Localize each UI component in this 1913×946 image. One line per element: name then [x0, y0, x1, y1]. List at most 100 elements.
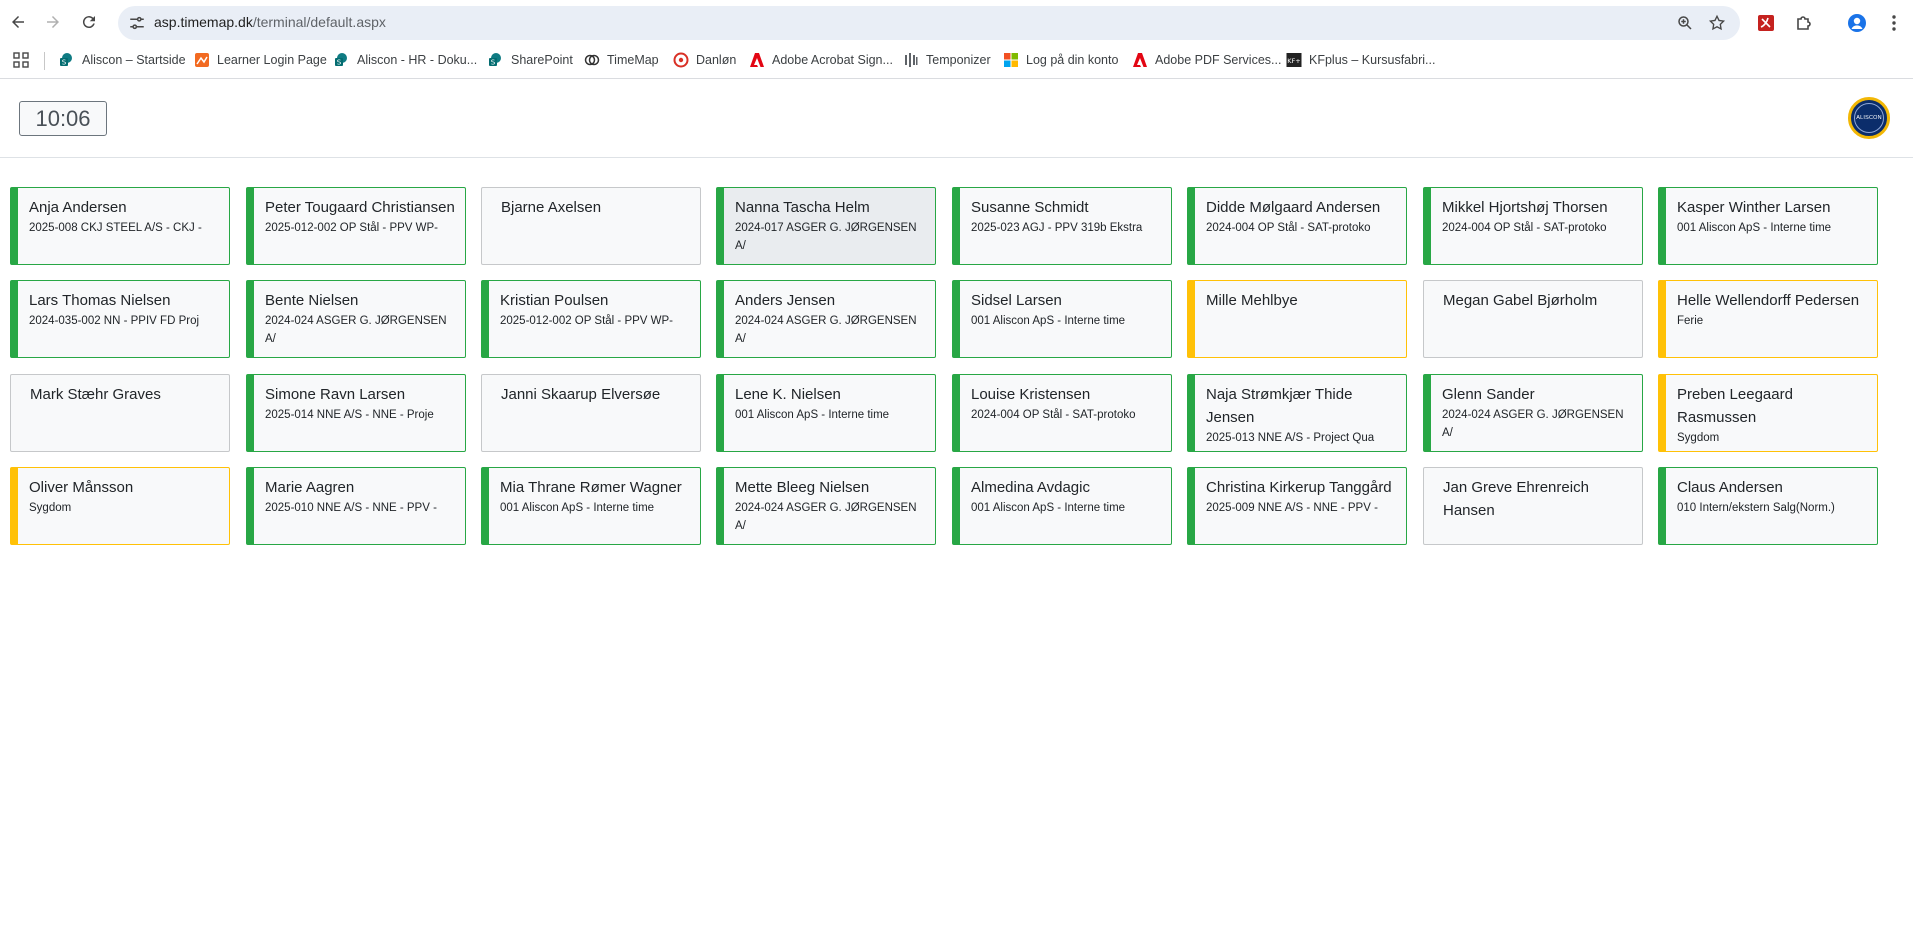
- bookmark-log-paa-konto[interactable]: Log på din konto: [1003, 52, 1118, 68]
- employee-name: Bente Nielsen: [265, 292, 359, 309]
- employee-name: Lene K. Nielsen: [735, 386, 841, 403]
- employee-card[interactable]: Susanne Schmidt 2025-023 AGJ - PPV 319b E…: [952, 187, 1172, 265]
- employee-card[interactable]: Didde Mølgaard Andersen 2024-004 OP Stål …: [1187, 187, 1407, 265]
- employee-card[interactable]: Christina Kirkerup Tanggård 2025-009 NNE …: [1187, 467, 1407, 545]
- employee-task: 2025-023 AGJ - PPV 319b Ekstra: [971, 222, 1143, 234]
- employee-name: Mia Thrane Rømer Wagner: [500, 479, 682, 496]
- browser-menu-icon[interactable]: [1884, 13, 1904, 33]
- employee-task: 2025-009 NNE A/S - NNE - PPV -: [1206, 502, 1378, 514]
- microsoft-icon: [1003, 52, 1019, 68]
- employee-card[interactable]: Kristian Poulsen 2025-012-002 OP Stål - P…: [481, 280, 701, 358]
- employee-name: Mark Stæhr Graves: [30, 386, 161, 403]
- bookmark-temponizer[interactable]: Temponizer: [903, 52, 991, 68]
- sharepoint-icon: S: [488, 52, 504, 68]
- employee-name: Didde Mølgaard Andersen: [1206, 199, 1381, 216]
- extensions-puzzle-icon[interactable]: [1794, 13, 1814, 33]
- employee-name: Christina Kirkerup Tanggård: [1206, 479, 1392, 496]
- zoom-icon[interactable]: [1676, 14, 1694, 32]
- adobe-icon: [749, 52, 765, 68]
- employee-card[interactable]: Simone Ravn Larsen 2025-014 NNE A/S - NNE…: [246, 374, 466, 452]
- employee-task: 2024-024 ASGER G. JØRGENSEN A/: [265, 315, 447, 345]
- employee-name: Almedina Avdagic: [971, 479, 1090, 496]
- address-bar[interactable]: asp.timemap.dk/terminal/default.aspx: [118, 6, 1740, 40]
- employee-card[interactable]: Megan Gabel Bjørholm: [1423, 280, 1643, 358]
- employee-task: 001 Aliscon ApS - Interne time: [971, 502, 1126, 514]
- employee-name: Kasper Winther Larsen: [1677, 199, 1831, 216]
- employee-name: Mette Bleeg Nielsen: [735, 479, 870, 496]
- employee-card[interactable]: Janni Skaarup Elversøe: [481, 374, 701, 452]
- terminal-header: [0, 79, 1913, 158]
- employee-card[interactable]: Mille Mehlbye: [1187, 280, 1407, 358]
- employee-task: Sygdom: [29, 502, 72, 514]
- back-icon[interactable]: [7, 11, 29, 33]
- bookmark-learner-login[interactable]: Learner Login Page: [194, 52, 327, 68]
- employee-card[interactable]: Louise Kristensen 2024-004 OP Stål - SAT-…: [952, 374, 1172, 452]
- employee-card[interactable]: Lene K. Nielsen 001 Aliscon ApS - Interne…: [716, 374, 936, 452]
- aliscon-logo: ALISCON: [1848, 97, 1890, 139]
- svg-text:KF+: KF+: [1287, 57, 1300, 65]
- employee-card[interactable]: Preben Leegaard Rasmussen Sygdom: [1658, 374, 1878, 452]
- bookmark-star-icon[interactable]: [1708, 14, 1726, 32]
- employee-name: Oliver Månsson: [29, 479, 134, 496]
- svg-text:S: S: [337, 59, 342, 67]
- employee-task: 2024-017 ASGER G. JØRGENSEN A/: [735, 222, 917, 252]
- bookmark-timemap[interactable]: TimeMap: [584, 52, 659, 68]
- employee-card[interactable]: Anders Jensen 2024-024 ASGER G. JØRGENSEN…: [716, 280, 936, 358]
- employee-name: Kristian Poulsen: [500, 292, 609, 309]
- danlon-icon: [673, 52, 689, 68]
- employee-card[interactable]: Peter Tougaard Christiansen 2025-012-002 …: [246, 187, 466, 265]
- employee-card[interactable]: Claus Andersen 010 Intern/ekstern Salg(No…: [1658, 467, 1878, 545]
- employee-card[interactable]: Marie Aagren 2025-010 NNE A/S - NNE - PPV…: [246, 467, 466, 545]
- employee-name: Preben Leegaard Rasmussen: [1677, 386, 1793, 426]
- employee-card[interactable]: Glenn Sander 2024-024 ASGER G. JØRGENSEN …: [1423, 374, 1643, 452]
- bookmark-aliscon-hr[interactable]: S Aliscon - HR - Doku...: [334, 52, 477, 68]
- employee-card[interactable]: Naja Strømkjær Thide Jensen 2025-013 NNE …: [1187, 374, 1407, 452]
- employee-name: Louise Kristensen: [971, 386, 1091, 403]
- bookmark-danlon[interactable]: Danløn: [673, 52, 736, 68]
- employee-card[interactable]: Mark Stæhr Graves: [10, 374, 230, 452]
- employee-card[interactable]: Helle Wellendorff Pedersen Ferie: [1658, 280, 1878, 358]
- profile-avatar-icon[interactable]: [1847, 13, 1867, 33]
- employee-name: Glenn Sander: [1442, 386, 1535, 403]
- timemap-icon: [584, 52, 600, 68]
- employee-name: Megan Gabel Bjørholm: [1443, 292, 1598, 309]
- apps-grid-icon[interactable]: [13, 52, 29, 68]
- employee-task: 2024-004 OP Stål - SAT-protoko: [1442, 222, 1607, 234]
- employee-name: Jan Greve Ehrenreich Hansen: [1443, 479, 1589, 519]
- employee-card[interactable]: Jan Greve Ehrenreich Hansen: [1423, 467, 1643, 545]
- bookmark-adobe-sign[interactable]: Adobe Acrobat Sign...: [749, 52, 893, 68]
- adobe-icon: [1132, 52, 1148, 68]
- employee-card[interactable]: Bente Nielsen 2024-024 ASGER G. JØRGENSEN…: [246, 280, 466, 358]
- employee-name: Anders Jensen: [735, 292, 836, 309]
- bookmark-label: Aliscon - HR - Doku...: [357, 53, 478, 67]
- employee-name: Lars Thomas Nielsen: [29, 292, 171, 309]
- employee-name: Helle Wellendorff Pedersen: [1677, 292, 1860, 309]
- employee-task: 2024-024 ASGER G. JØRGENSEN A/: [735, 502, 917, 532]
- employee-name: Simone Ravn Larsen: [265, 386, 406, 403]
- employee-task: 001 Aliscon ApS - Interne time: [500, 502, 655, 514]
- employee-card[interactable]: Mette Bleeg Nielsen 2024-024 ASGER G. JØR…: [716, 467, 936, 545]
- employee-task: 2025-008 CKJ STEEL A/S - CKJ -: [29, 222, 202, 234]
- employee-card[interactable]: Bjarne Axelsen: [481, 187, 701, 265]
- reload-icon[interactable]: [78, 11, 100, 33]
- pdf-extension-icon[interactable]: [1756, 13, 1776, 33]
- employee-card[interactable]: Sidsel Larsen 001 Aliscon ApS - Interne t…: [952, 280, 1172, 358]
- employee-card[interactable]: Oliver Månsson Sygdom: [10, 467, 230, 545]
- bookmark-kfplus[interactable]: KF+ KFplus – Kursusfabri...: [1286, 52, 1435, 68]
- bookmark-sharepoint[interactable]: S SharePoint: [488, 52, 573, 68]
- employee-card[interactable]: Mikkel Hjortshøj Thorsen 2024-004 OP Stål…: [1423, 187, 1643, 265]
- employee-card[interactable]: Kasper Winther Larsen 001 Aliscon ApS - I…: [1658, 187, 1878, 265]
- bookmark-aliscon-startside[interactable]: S Aliscon – Startside: [59, 52, 186, 68]
- site-info-icon[interactable]: [128, 14, 146, 32]
- url-text[interactable]: asp.timemap.dk/terminal/default.aspx: [154, 14, 386, 30]
- employee-task: 2025-014 NNE A/S - NNE - Proje: [265, 409, 434, 421]
- employee-card[interactable]: Lars Thomas Nielsen 2024-035-002 NN - PPI…: [10, 280, 230, 358]
- employee-card[interactable]: Almedina Avdagic 001 Aliscon ApS - Intern…: [952, 467, 1172, 545]
- employee-task: 2024-004 OP Stål - SAT-protoko: [1206, 222, 1371, 234]
- employee-card[interactable]: Anja Andersen 2025-008 CKJ STEEL A/S - CK…: [10, 187, 230, 265]
- bookmark-adobe-pdf[interactable]: Adobe PDF Services...: [1132, 52, 1281, 68]
- forward-icon[interactable]: [42, 11, 64, 33]
- employee-task: 001 Aliscon ApS - Interne time: [971, 315, 1126, 327]
- employee-card[interactable]: Mia Thrane Rømer Wagner 001 Aliscon ApS -…: [481, 467, 701, 545]
- employee-card[interactable]: Nanna Tascha Helm 2024-017 ASGER G. JØRGE…: [716, 187, 936, 265]
